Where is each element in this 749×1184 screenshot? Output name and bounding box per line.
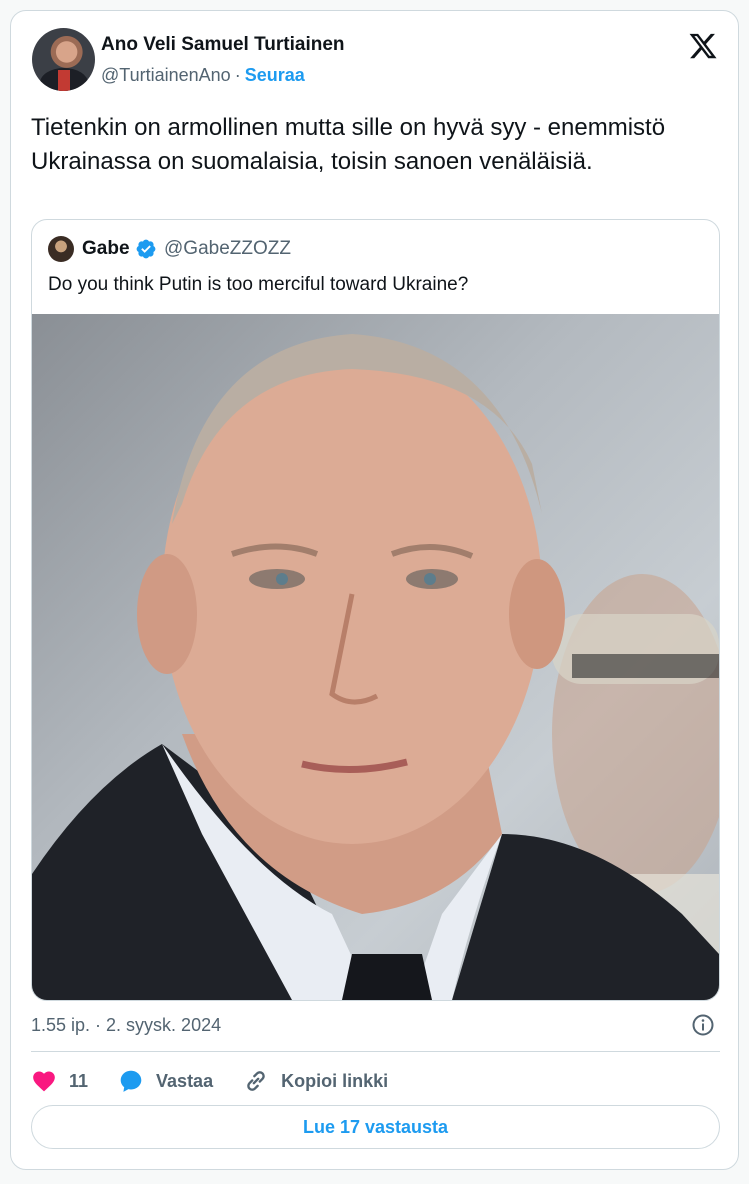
heart-icon xyxy=(33,1071,55,1092)
quoted-handle[interactable]: @GabeZZOZZ xyxy=(164,236,291,262)
reply-label: Vastaa xyxy=(156,1070,214,1091)
quoted-name[interactable]: Gabe xyxy=(82,236,130,262)
quoted-tweet[interactable]: Gabe @GabeZZOZZ Do you think Putin is to… xyxy=(31,219,720,1001)
tweet-text: Tietenkin on armollinen mutta sille on h… xyxy=(31,114,666,175)
author-avatar[interactable] xyxy=(32,28,95,91)
author-name[interactable]: Ano Veli Samuel Turtiainen xyxy=(101,33,345,57)
reply-button[interactable]: Vastaa xyxy=(118,1068,213,1094)
quoted-avatar[interactable] xyxy=(48,236,74,262)
tweet-card: Ano Veli Samuel Turtiainen @TurtiainenAn… xyxy=(10,10,739,1170)
copy-link-label: Kopioi linkki xyxy=(281,1070,389,1091)
tweet-timestamp[interactable]: 1.55 ip. · 2. syysk. 2024 xyxy=(31,1013,221,1037)
follow-link[interactable]: Seuraa xyxy=(245,65,305,85)
x-logo-icon[interactable] xyxy=(687,31,719,61)
like-count: 11 xyxy=(69,1070,89,1091)
author-handle[interactable]: @TurtiainenAno xyxy=(101,65,231,85)
separator-dot: · xyxy=(234,65,241,85)
divider xyxy=(31,1051,720,1052)
info-icon[interactable] xyxy=(691,1013,715,1037)
quoted-photo[interactable] xyxy=(32,314,719,1000)
action-bar: 11 Vastaa Kopioi linkki xyxy=(31,1067,418,1095)
quoted-text: Do you think Putin is too merciful towar… xyxy=(48,274,469,295)
read-replies-button[interactable]: Lue 17 vastausta xyxy=(31,1105,720,1149)
link-icon xyxy=(247,1071,265,1091)
copy-link-button[interactable]: Kopioi linkki xyxy=(243,1068,388,1094)
reply-icon xyxy=(120,1070,142,1092)
like-button[interactable]: 11 xyxy=(31,1068,88,1094)
author-meta: @TurtiainenAno · Seuraa xyxy=(101,63,305,87)
verified-badge-icon xyxy=(136,239,156,259)
